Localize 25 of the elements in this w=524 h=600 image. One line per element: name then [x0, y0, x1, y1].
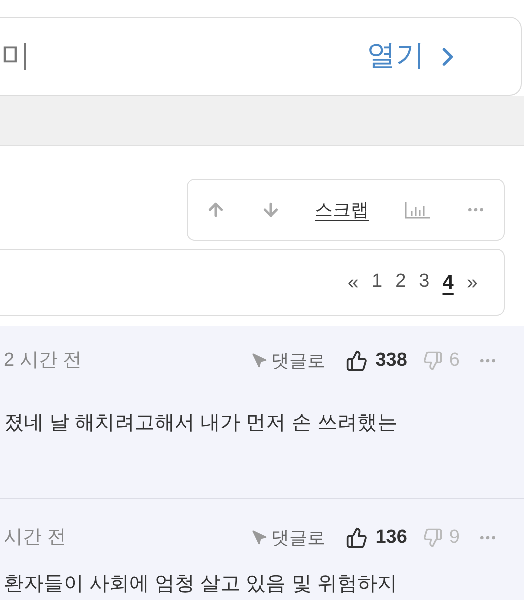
scrap-button[interactable]: 스크랩	[315, 196, 369, 224]
thumbs-down-icon	[423, 351, 444, 371]
comment-text: 졌네 날 해치려고해서 내가 먼저 손 쓰려했는	[4, 411, 398, 436]
thumbs-up-icon	[346, 527, 368, 549]
comment-text: 환자들이 사회에 엄청 살고 있음 및 위험하지	[4, 572, 398, 597]
page-link[interactable]: 4	[442, 268, 454, 298]
open-link[interactable]: 열기	[367, 34, 463, 78]
send-arrow-icon	[252, 530, 268, 546]
reply-button[interactable]: 댓글로	[252, 524, 326, 552]
reply-button[interactable]: 댓글로	[252, 348, 326, 374]
comment-time: 2 시간 전	[4, 348, 82, 373]
thumbs-down-icon	[423, 528, 444, 548]
upvote-icon[interactable]	[206, 200, 226, 220]
page-link[interactable]: 2	[396, 268, 406, 297]
page-link[interactable]: 3	[419, 268, 430, 297]
board-title: 미	[1, 39, 31, 75]
like-button[interactable]: 136	[346, 524, 408, 552]
thumbs-up-icon	[346, 350, 368, 372]
first-page-link[interactable]: «	[348, 268, 360, 298]
comment-time: 시간 전	[4, 526, 66, 550]
page-link[interactable]: 1	[372, 268, 383, 297]
like-button[interactable]: 338	[346, 346, 408, 376]
last-page-link[interactable]: »	[466, 268, 478, 298]
bar-chart-icon[interactable]	[404, 200, 432, 220]
send-arrow-icon	[252, 353, 268, 369]
